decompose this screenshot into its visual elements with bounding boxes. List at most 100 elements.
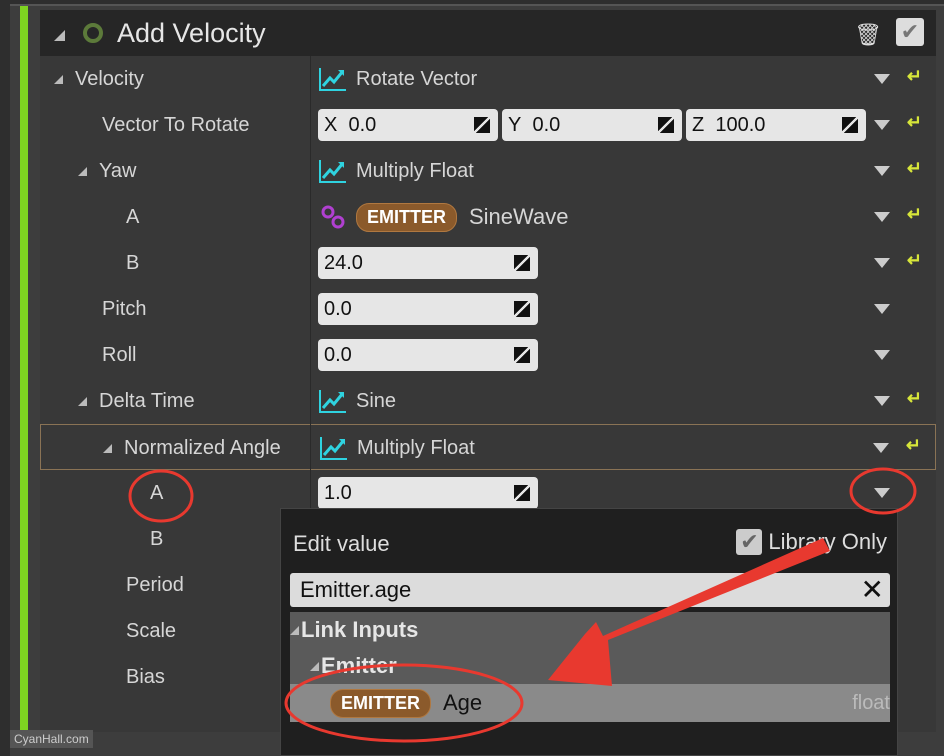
- expand-triangle-icon[interactable]: [78, 396, 87, 406]
- property-value: 24.0: [318, 240, 542, 286]
- drag-spinner-icon[interactable]: [474, 117, 490, 133]
- result-item-emitter-age[interactable]: EMITTER Age float: [290, 684, 890, 722]
- drag-spinner-icon[interactable]: [514, 485, 530, 501]
- label-text: A: [126, 206, 140, 228]
- dropdown-arrow-icon[interactable]: [874, 166, 890, 176]
- function-icon: [319, 160, 346, 183]
- search-value: Emitter.age: [300, 577, 412, 602]
- property-row[interactable]: B 24.0 ↵: [40, 240, 936, 286]
- edit-value-popup: Edit value ✔ Library Only Emitter.age ✕ …: [280, 508, 898, 756]
- link-icon: [321, 205, 345, 229]
- category-label: Link Inputs: [301, 617, 419, 642]
- reset-to-default-icon[interactable]: ↵: [907, 204, 922, 225]
- label-text: B: [150, 528, 164, 550]
- dropdown-arrow-icon[interactable]: [874, 212, 890, 222]
- vector-y-field[interactable]: Y 0.0: [502, 109, 682, 141]
- property-row[interactable]: Yaw Multiply Float ↵: [40, 148, 936, 194]
- emitter-badge: EMITTER: [330, 688, 431, 718]
- category-emitter[interactable]: Emitter: [310, 648, 397, 684]
- label-text: B: [126, 252, 140, 274]
- collapse-triangle-icon[interactable]: [54, 29, 65, 41]
- field-value: 24.0: [324, 252, 363, 274]
- property-label: Roll: [102, 332, 136, 378]
- label-text: Bias: [126, 666, 165, 688]
- vector-z-field[interactable]: Z 100.0: [686, 109, 866, 141]
- function-icon: [319, 390, 346, 413]
- reset-to-default-icon[interactable]: ↵: [907, 250, 922, 271]
- enable-checkbox[interactable]: ✔: [896, 18, 924, 46]
- property-row[interactable]: A EMITTER SineWave ↵: [40, 194, 936, 240]
- property-label: Pitch: [102, 286, 146, 332]
- dropdown-arrow-icon[interactable]: [874, 258, 890, 268]
- trash-icon[interactable]: 🗑: [854, 22, 882, 48]
- number-field[interactable]: 0.0: [318, 339, 538, 371]
- property-row[interactable]: Delta Time Sine ↵: [40, 378, 936, 424]
- dropdown-arrow-icon[interactable]: [874, 304, 890, 314]
- function-name[interactable]: Multiply Float: [356, 160, 474, 183]
- dropdown-arrow-icon[interactable]: [874, 74, 890, 84]
- property-value: Sine: [318, 378, 396, 424]
- field-value: 1.0: [324, 482, 352, 504]
- clear-search-icon[interactable]: ✕: [861, 573, 884, 607]
- library-only-checkbox[interactable]: ✔: [736, 529, 763, 555]
- reset-to-default-icon[interactable]: ↵: [907, 66, 922, 87]
- property-row[interactable]: Roll 0.0: [40, 332, 936, 378]
- watermark: CyanHall.com: [10, 730, 93, 748]
- reset-to-default-icon[interactable]: ↵: [906, 435, 921, 456]
- number-field[interactable]: 1.0: [318, 477, 538, 509]
- expand-triangle-icon[interactable]: [78, 166, 87, 176]
- drag-spinner-icon[interactable]: [514, 255, 530, 271]
- item-type: float: [852, 691, 890, 714]
- property-label: Normalized Angle: [103, 425, 281, 471]
- search-input[interactable]: Emitter.age ✕: [290, 573, 890, 607]
- drag-spinner-icon[interactable]: [514, 347, 530, 363]
- library-only-label: Library Only: [768, 529, 887, 554]
- dropdown-arrow-icon[interactable]: [874, 120, 890, 130]
- label-text: Pitch: [102, 298, 147, 320]
- field-value: 0.0: [324, 344, 352, 366]
- property-row[interactable]: Vector To Rotate X 0.0 Y 0.0 Z 100.0 ↵: [40, 102, 936, 148]
- property-value: EMITTER SineWave: [318, 194, 568, 240]
- property-label: Scale: [126, 608, 176, 654]
- property-row[interactable]: Pitch 0.0: [40, 286, 936, 332]
- function-name[interactable]: Multiply Float: [357, 437, 475, 460]
- label-text: Delta Time: [99, 390, 195, 412]
- reset-to-default-icon[interactable]: ↵: [907, 158, 922, 179]
- reset-to-default-icon[interactable]: ↵: [907, 388, 922, 409]
- library-only-toggle[interactable]: ✔ Library Only: [736, 529, 887, 555]
- linked-name[interactable]: SineWave: [469, 204, 568, 230]
- dropdown-arrow-icon[interactable]: [874, 350, 890, 360]
- function-name[interactable]: Rotate Vector: [356, 68, 477, 91]
- property-label: B: [150, 516, 163, 562]
- category-label: Emitter: [321, 653, 397, 678]
- drag-spinner-icon[interactable]: [514, 301, 530, 317]
- field-value: 100.0: [715, 114, 766, 136]
- drag-spinner-icon[interactable]: [842, 117, 858, 133]
- label-text: Velocity: [75, 68, 144, 90]
- axis-label: Z: [692, 114, 716, 136]
- dropdown-arrow-icon[interactable]: [874, 396, 890, 406]
- dropdown-arrow-icon[interactable]: [874, 488, 890, 498]
- module-header[interactable]: Add Velocity 🗑 ✔: [40, 10, 936, 56]
- property-row[interactable]: Velocity Rotate Vector ↵: [40, 56, 936, 102]
- module-status-icon: [83, 23, 103, 43]
- expand-triangle-icon[interactable]: [103, 443, 112, 453]
- label-text: Roll: [102, 344, 137, 366]
- property-value: 0.0: [318, 286, 542, 332]
- number-field[interactable]: 24.0: [318, 247, 538, 279]
- reset-to-default-icon[interactable]: ↵: [907, 112, 922, 133]
- function-icon: [319, 68, 346, 91]
- function-name[interactable]: Sine: [356, 390, 396, 413]
- dropdown-arrow-icon[interactable]: [873, 443, 889, 453]
- property-label: Yaw: [78, 148, 136, 194]
- function-icon: [320, 437, 347, 460]
- vector-x-field[interactable]: X 0.0: [318, 109, 498, 141]
- axis-label: Y: [508, 114, 533, 136]
- property-row[interactable]: Normalized Angle Multiply Float ↵: [40, 424, 936, 470]
- number-field[interactable]: 0.0: [318, 293, 538, 325]
- property-label: Period: [126, 562, 184, 608]
- category-link-inputs[interactable]: Link Inputs: [290, 612, 418, 648]
- popup-title: Edit value: [293, 531, 390, 556]
- drag-spinner-icon[interactable]: [658, 117, 674, 133]
- expand-triangle-icon[interactable]: [54, 74, 63, 84]
